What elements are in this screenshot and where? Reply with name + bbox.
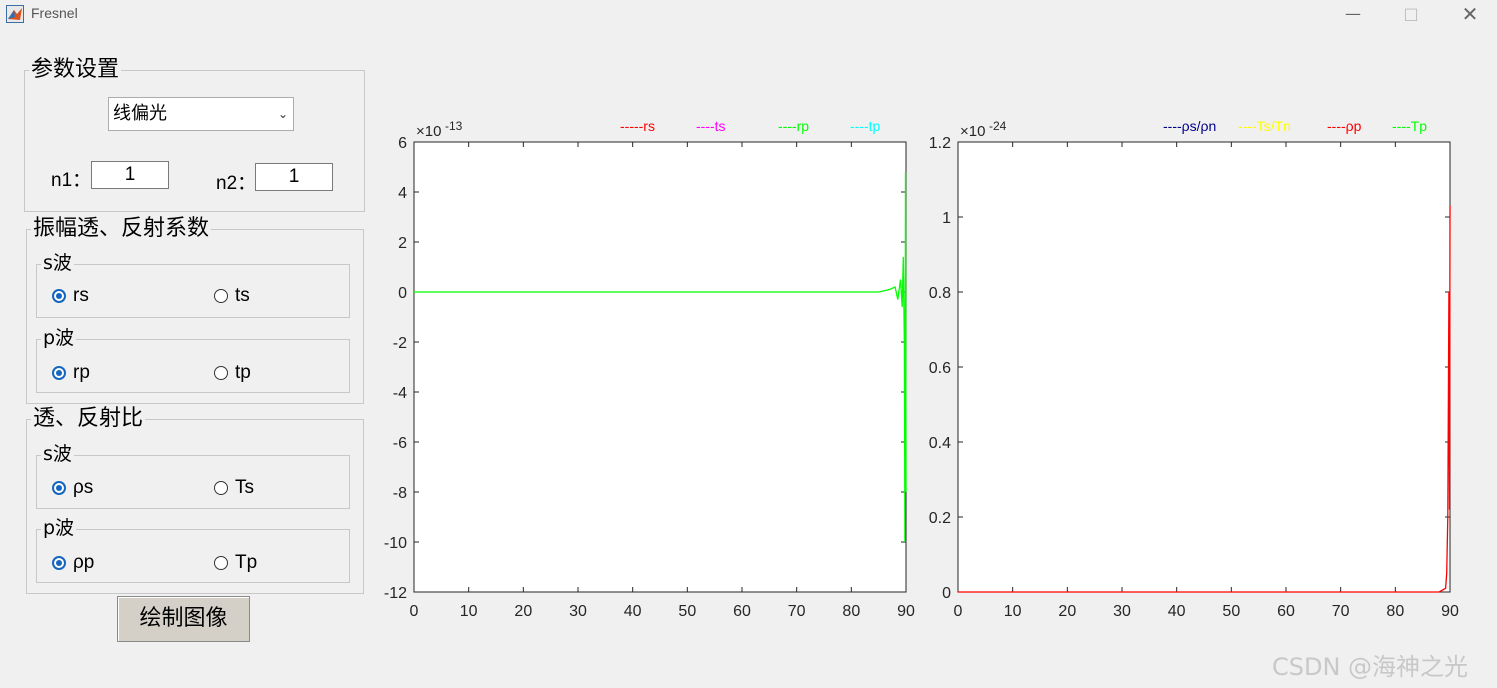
legend-entry: ----rp bbox=[778, 118, 809, 134]
y-tick-label: -8 bbox=[393, 485, 407, 502]
y-tick-label: -12 bbox=[384, 585, 407, 602]
y-tick-label: 1 bbox=[942, 210, 951, 227]
plot-axes-0 bbox=[413, 141, 907, 593]
y-tick-label: -2 bbox=[393, 335, 407, 352]
legend-entry: -----rs bbox=[620, 118, 655, 134]
y-tick-label: 0.6 bbox=[929, 360, 951, 377]
x-tick-label: 90 bbox=[897, 603, 915, 620]
legend-entry: ----ρs/ρn bbox=[1163, 118, 1216, 134]
legend-entry: ----Tp bbox=[1392, 118, 1427, 134]
y-tick-label: 4 bbox=[398, 185, 407, 202]
x-tick-label: 20 bbox=[1058, 603, 1076, 620]
x-tick-label: 80 bbox=[842, 603, 860, 620]
y-tick-label: 0.2 bbox=[929, 510, 951, 527]
x-tick-label: 10 bbox=[1004, 603, 1022, 620]
x-tick-label: 90 bbox=[1441, 603, 1459, 620]
x-tick-label: 40 bbox=[1168, 603, 1186, 620]
y-exponent-base: ×10 bbox=[416, 123, 441, 140]
x-tick-label: 10 bbox=[460, 603, 478, 620]
x-tick-label: 50 bbox=[1222, 603, 1240, 620]
y-tick-label: -10 bbox=[384, 535, 407, 552]
x-tick-label: 20 bbox=[514, 603, 532, 620]
y-tick-label: 6 bbox=[398, 135, 407, 152]
x-tick-label: 0 bbox=[954, 603, 963, 620]
y-tick-label: -6 bbox=[393, 435, 407, 452]
plots-canvas: 0 10 20 30 40 50 60 70 80 906420-2-4-6-8-10-12×10… bbox=[384, 118, 1459, 620]
y-tick-label: 0.8 bbox=[929, 285, 951, 302]
y-exponent: -13 bbox=[445, 119, 463, 133]
y-tick-label: 0 bbox=[398, 285, 407, 302]
watermark: CSDN @海神之光 bbox=[1272, 653, 1469, 681]
legend-entry: ----tp bbox=[850, 118, 881, 134]
y-tick-label: 0 bbox=[942, 585, 951, 602]
x-tick-label: 30 bbox=[569, 603, 587, 620]
x-tick-label: 40 bbox=[624, 603, 642, 620]
x-tick-label: 70 bbox=[788, 603, 806, 620]
x-tick-label: 60 bbox=[733, 603, 751, 620]
x-tick-label: 0 bbox=[410, 603, 419, 620]
x-tick-label: 80 bbox=[1386, 603, 1404, 620]
y-tick-label: 0.4 bbox=[929, 435, 951, 452]
y-exponent: -24 bbox=[989, 119, 1007, 133]
legend-entry: ----ts bbox=[696, 118, 726, 134]
legend-entry: ----Ts/Tn bbox=[1238, 118, 1291, 134]
x-tick-label: 50 bbox=[678, 603, 696, 620]
y-exponent-base: ×10 bbox=[960, 123, 985, 140]
y-tick-label: 2 bbox=[398, 235, 407, 252]
y-tick-label: -4 bbox=[393, 385, 407, 402]
legend-entry: ----ρp bbox=[1327, 118, 1362, 134]
plot-axes-1 bbox=[957, 141, 1451, 593]
x-tick-label: 30 bbox=[1113, 603, 1131, 620]
y-tick-label: 1.2 bbox=[929, 135, 951, 152]
x-tick-label: 60 bbox=[1277, 603, 1295, 620]
x-tick-label: 70 bbox=[1332, 603, 1350, 620]
